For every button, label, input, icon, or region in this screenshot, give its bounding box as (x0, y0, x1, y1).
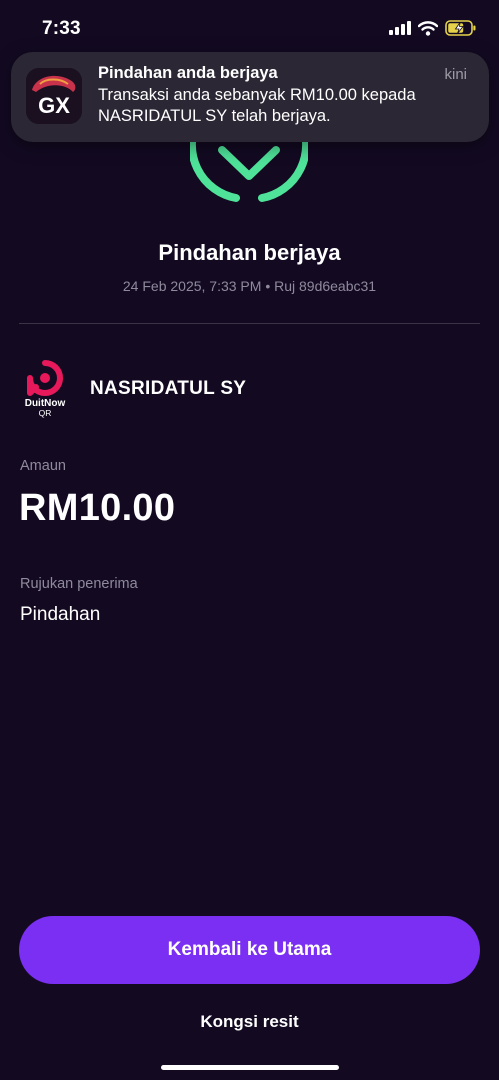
page-title: Pindahan berjaya (158, 240, 341, 265)
share-receipt-button[interactable]: Kongsi resit (0, 1012, 499, 1032)
notification-time: kini (444, 66, 467, 83)
amount-label: Amaun (20, 458, 66, 474)
transfer-success-screen: 7:33 GX Pindahan anda berjaya kini Trans… (0, 0, 499, 1080)
notification-title: Pindahan anda berjaya (98, 64, 278, 82)
signal-icon (389, 21, 411, 35)
status-icons (389, 20, 477, 36)
divider (19, 323, 480, 324)
home-indicator[interactable] (161, 1065, 339, 1070)
transaction-meta: 24 Feb 2025, 7:33 PM • Ruj 89d6eabc31 (122, 278, 377, 294)
gx-app-icon: GX (26, 68, 82, 124)
status-time: 7:33 (42, 18, 81, 39)
back-to-home-button[interactable]: Kembali ke Utama (19, 916, 480, 984)
svg-text:QR: QR (39, 408, 52, 418)
notification-body: Transaksi anda sebanyak RM10.00 kepada N… (98, 86, 416, 125)
recipient-name: NASRIDATUL SY (90, 378, 247, 399)
notification-banner[interactable]: GX Pindahan anda berjaya kini Transaksi … (11, 52, 489, 142)
amount-value: RM10.00 (19, 487, 176, 529)
reference-value: Pindahan (20, 604, 101, 625)
status-bar: 7:33 (0, 0, 499, 56)
duitnow-qr-logo: DuitNow QR (25, 360, 65, 418)
wifi-icon (418, 20, 438, 36)
svg-text:GX: GX (38, 93, 70, 118)
battery-charging-icon (445, 20, 477, 36)
reference-label: Rujukan penerima (20, 576, 138, 592)
